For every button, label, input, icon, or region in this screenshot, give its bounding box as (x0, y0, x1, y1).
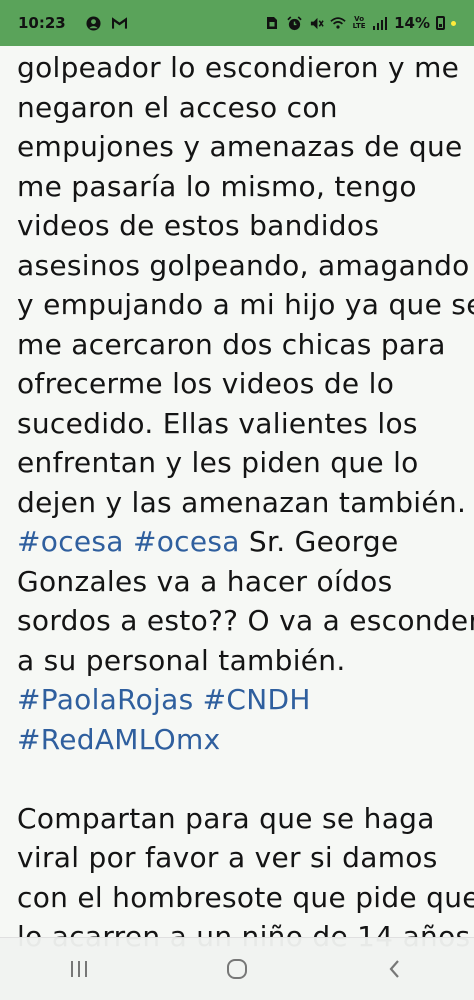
post-text-segment: sucedido. Ellas valientes los (17, 406, 418, 440)
hashtag-link[interactable]: #RedAMLOmx (17, 723, 220, 756)
post-text-segment: golpeador lo escondieron y me (17, 51, 460, 84)
post-line: asesinos golpeando, amagando (17, 246, 470, 286)
post-line: #RedAMLOmx (17, 720, 467, 760)
hashtag-link[interactable]: #CNDH (203, 683, 311, 716)
post-line: negaron el acceso con (17, 88, 467, 128)
post-text-segment: videos de estos bandidos (17, 209, 380, 242)
post-text-segment (124, 525, 133, 558)
post-line: #ocesa #ocesa Sr. George (17, 522, 467, 562)
network-type-label: Vo LTE (352, 15, 366, 30)
privacy-dot-icon (451, 20, 456, 26)
post-line (17, 759, 467, 799)
post-text-segment: a su personal también. (17, 643, 346, 677)
alarm-icon (286, 15, 302, 31)
post-text-segment: ofrecerme los videos de lo (17, 367, 395, 400)
post-line: videos de estos bandidos (17, 206, 467, 246)
post-line: ofrecerme los videos de lo (17, 364, 467, 404)
gmail-icon (112, 15, 128, 31)
post-text-segment: asesinos golpeando, amagando (17, 248, 470, 282)
mute-icon (308, 15, 324, 31)
hashtag-link[interactable]: #ocesa (17, 525, 124, 558)
post-text-segment: Compartan para que se haga (17, 801, 435, 835)
back-icon[interactable] (365, 949, 425, 989)
post-line: empujones y amenazas de que (17, 127, 467, 167)
post-line: me acercaron dos chicas para (17, 325, 467, 365)
post-line: Compartan para que se haga (17, 799, 467, 839)
recents-icon[interactable] (49, 949, 109, 989)
post-text-segment (193, 683, 202, 716)
hashtag-link[interactable]: #PaolaRojas (17, 683, 193, 716)
hashtag-link[interactable]: #ocesa (133, 525, 240, 558)
post-line: sordos a esto?? O va a esconder (17, 601, 474, 641)
post-line: con el hombresote que pide que (17, 878, 474, 918)
post-text: golpeador lo escondieron y me negaron el … (17, 48, 474, 957)
home-icon[interactable] (207, 949, 267, 989)
post-line: a su personal también. (17, 641, 467, 681)
post-line: sucedido. Ellas valientes los (17, 404, 467, 444)
post-line: dejen y las amenazan también. (17, 483, 467, 523)
post-text-segment: enfrentan y les piden que lo (17, 446, 419, 479)
post-text-segment: y empujando a mi hijo ya que se (17, 288, 474, 321)
navigation-bar (0, 937, 474, 1000)
post-text-segment: empujones y amenazas de que (17, 130, 463, 163)
battery-icon (436, 16, 445, 30)
status-right: Vo LTE 14% (264, 14, 456, 32)
signal-icon (372, 15, 388, 31)
battery-percent: 14% (394, 14, 430, 32)
status-time: 10:23 (18, 14, 66, 32)
sim-icon (264, 15, 280, 31)
post-line: Gonzales va a hacer oídos (17, 562, 467, 602)
post-text-segment: dejen y las amenazan también. (17, 485, 467, 519)
post-line: enfrentan y les piden que lo (17, 443, 467, 483)
post-line: y empujando a mi hijo ya que se (17, 285, 474, 325)
post-text-segment: sordos a esto?? O va a esconder (17, 604, 474, 637)
post-text-segment: negaron el acceso con (17, 90, 338, 124)
post-line: me pasaría lo mismo, tengo (17, 167, 467, 207)
post-text-segment: viral por favor a ver si damos (17, 841, 438, 874)
post-text-segment: Sr. George (239, 525, 399, 558)
post-line: #PaolaRojas #CNDH (17, 680, 467, 720)
post-text-segment: me pasaría lo mismo, tengo (17, 169, 417, 203)
post-line: golpeador lo escondieron y me (17, 48, 467, 88)
post-text-segment: me acercaron dos chicas para (17, 327, 446, 361)
post-line: viral por favor a ver si damos (17, 838, 467, 878)
post-text-segment: con el hombresote que pide que (17, 880, 474, 914)
post-text-segment: Gonzales va a hacer oídos (17, 564, 393, 598)
wifi-icon (330, 15, 346, 31)
person-circle-icon (86, 15, 102, 31)
status-left: 10:23 (18, 14, 128, 32)
status-bar: 10:23 Vo LTE 14% (0, 0, 474, 46)
